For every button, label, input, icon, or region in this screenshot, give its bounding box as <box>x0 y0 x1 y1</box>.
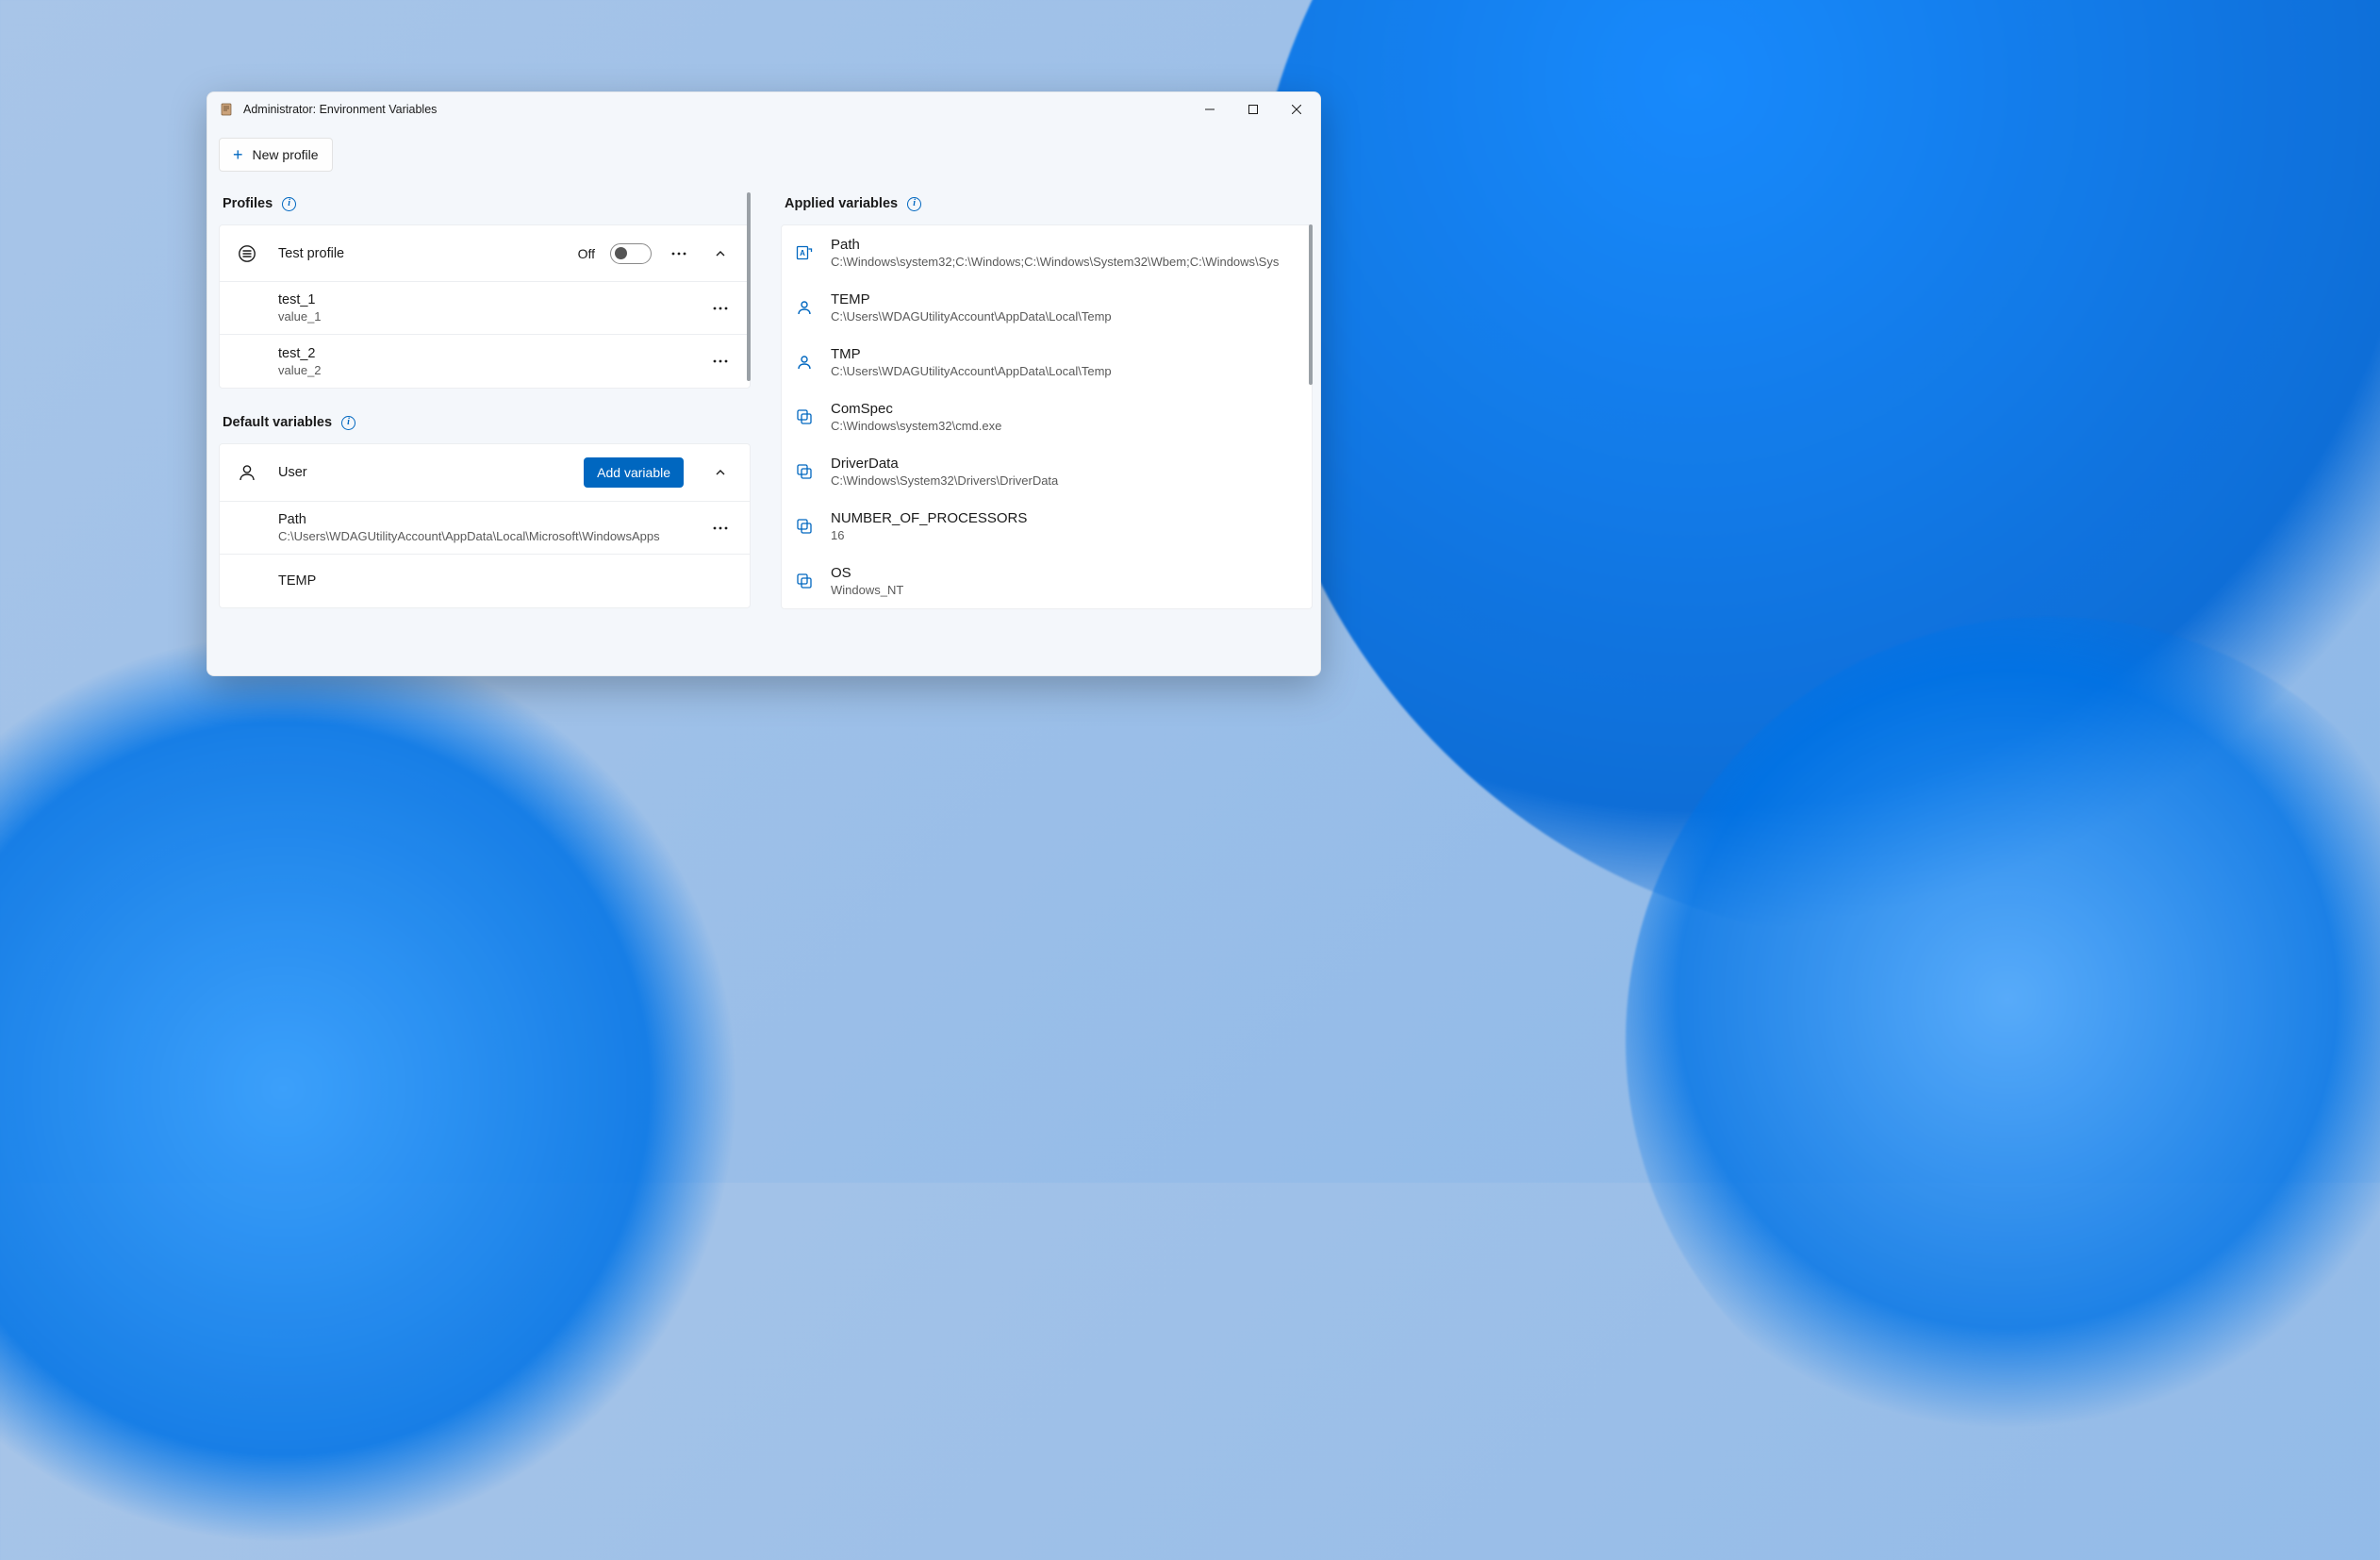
default-variables-label: Default variables <box>223 415 332 430</box>
applied-variable-row[interactable]: TEMP C:\Users\WDAGUtilityAccount\AppData\… <box>782 280 1312 335</box>
variable-name: TEMP <box>278 573 735 589</box>
app-icon <box>219 102 234 117</box>
right-column: Applied variables i A Path C:\Windows\syst… <box>781 192 1313 675</box>
variable-type-icon: A <box>795 243 814 262</box>
profiles-header: Profiles i <box>219 192 751 224</box>
profile-collapse-button[interactable] <box>706 240 735 268</box>
new-profile-button[interactable]: + New profile <box>219 138 333 172</box>
variable-name: test_1 <box>278 292 706 307</box>
profile-card: Test profile Off <box>219 224 751 389</box>
variable-name: Path <box>278 512 706 527</box>
profile-variable-row[interactable]: test_2 value_2 <box>220 335 750 388</box>
default-variables-header: Default variables i <box>219 411 751 443</box>
applied-variable-row[interactable]: ComSpec C:\Windows\system32\cmd.exe <box>782 390 1312 444</box>
variable-type-icon <box>795 462 814 481</box>
variable-name: TEMP <box>831 291 1297 307</box>
profile-more-button[interactable] <box>665 240 693 268</box>
variable-value: 16 <box>831 528 1297 542</box>
profiles-label: Profiles <box>223 196 273 211</box>
applied-variable-row[interactable]: NUMBER_OF_PROCESSORS 16 <box>782 499 1312 554</box>
applied-variable-row[interactable]: DriverDataC:\Windows\System32\Drivers\Dr… <box>782 444 1312 499</box>
variable-name: TMP <box>831 346 1297 362</box>
variable-name: OS <box>831 565 1297 581</box>
profile-name: Test profile <box>278 246 578 261</box>
variable-name: test_2 <box>278 346 706 361</box>
window-title: Administrator: Environment Variables <box>243 103 1188 116</box>
variable-value: C:\Users\WDAGUtilityAccount\AppData\Loca… <box>831 364 1297 378</box>
variable-value: C:\Users\WDAGUtilityAccount\AppData\Loca… <box>831 309 1297 324</box>
variable-name: DriverData <box>831 456 1297 472</box>
add-variable-button[interactable]: Add variable <box>584 457 684 488</box>
user-label: User <box>278 465 584 480</box>
applied-variable-row[interactable]: A Path C:\Windows\system32;C:\Windows;C:\W… <box>782 225 1312 280</box>
scrollbar-thumb[interactable] <box>747 192 751 381</box>
variable-value: C:\Windows\System32\Drivers\DriverData <box>831 473 1297 488</box>
variable-more-button[interactable] <box>706 514 735 542</box>
toggle-state-label: Off <box>578 246 595 261</box>
variable-type-icon <box>795 572 814 590</box>
info-icon[interactable]: i <box>341 416 355 430</box>
variable-name: Path <box>831 237 1297 253</box>
profile-icon <box>237 243 257 264</box>
user-icon <box>237 462 257 483</box>
variable-value: C:\Users\WDAGUtilityAccount\AppData\Loca… <box>278 529 706 543</box>
scrollbar-thumb[interactable] <box>1309 224 1313 385</box>
variable-name: ComSpec <box>831 401 1297 417</box>
default-user-header-row[interactable]: User Add variable <box>220 444 750 502</box>
toolbar: + New profile <box>207 126 1320 175</box>
default-variable-row[interactable]: TEMP <box>220 555 750 607</box>
applied-variable-row[interactable]: TMP C:\Users\WDAGUtilityAccount\AppData\L… <box>782 335 1312 390</box>
variable-type-icon <box>795 298 814 317</box>
left-column: Profiles i Test profile <box>219 192 751 675</box>
default-user-card: User Add variable <box>219 443 751 608</box>
variable-value: Windows_NT <box>831 583 1297 597</box>
info-icon[interactable]: i <box>907 197 921 211</box>
svg-text:A: A <box>800 249 805 257</box>
maximize-button[interactable] <box>1231 94 1275 124</box>
variable-value: C:\Windows\system32;C:\Windows;C:\Window… <box>831 255 1297 269</box>
variable-type-icon <box>795 407 814 426</box>
variable-more-button[interactable] <box>706 347 735 375</box>
titlebar[interactable]: Administrator: Environment Variables <box>207 92 1320 126</box>
minimize-button[interactable] <box>1188 94 1231 124</box>
applied-variables-label: Applied variables <box>785 196 898 211</box>
info-icon[interactable]: i <box>282 197 296 211</box>
variable-name: NUMBER_OF_PROCESSORS <box>831 510 1297 526</box>
app-window: Administrator: Environment Variables + N… <box>207 91 1321 676</box>
applied-variable-row[interactable]: OS Windows_NT <box>782 554 1312 608</box>
plus-icon: + <box>233 146 243 163</box>
variable-more-button[interactable] <box>706 294 735 323</box>
variable-value: C:\Windows\system32\cmd.exe <box>831 419 1297 433</box>
applied-variables-header: Applied variables i <box>781 192 1313 224</box>
profile-variable-row[interactable]: test_1 value_1 <box>220 282 750 335</box>
variable-type-icon <box>795 517 814 536</box>
new-profile-label: New profile <box>253 147 319 162</box>
applied-variables-card: A Path C:\Windows\system32;C:\Windows;C:\W… <box>781 224 1313 609</box>
variable-type-icon <box>795 353 814 372</box>
variable-value: value_2 <box>278 363 706 377</box>
user-collapse-button[interactable] <box>706 458 735 487</box>
profile-header-row[interactable]: Test profile Off <box>220 225 750 282</box>
variable-value: value_1 <box>278 309 706 324</box>
close-button[interactable] <box>1275 94 1318 124</box>
default-variable-row[interactable]: Path C:\Users\WDAGUtilityAccount\AppData… <box>220 502 750 555</box>
profile-toggle[interactable] <box>610 243 652 264</box>
